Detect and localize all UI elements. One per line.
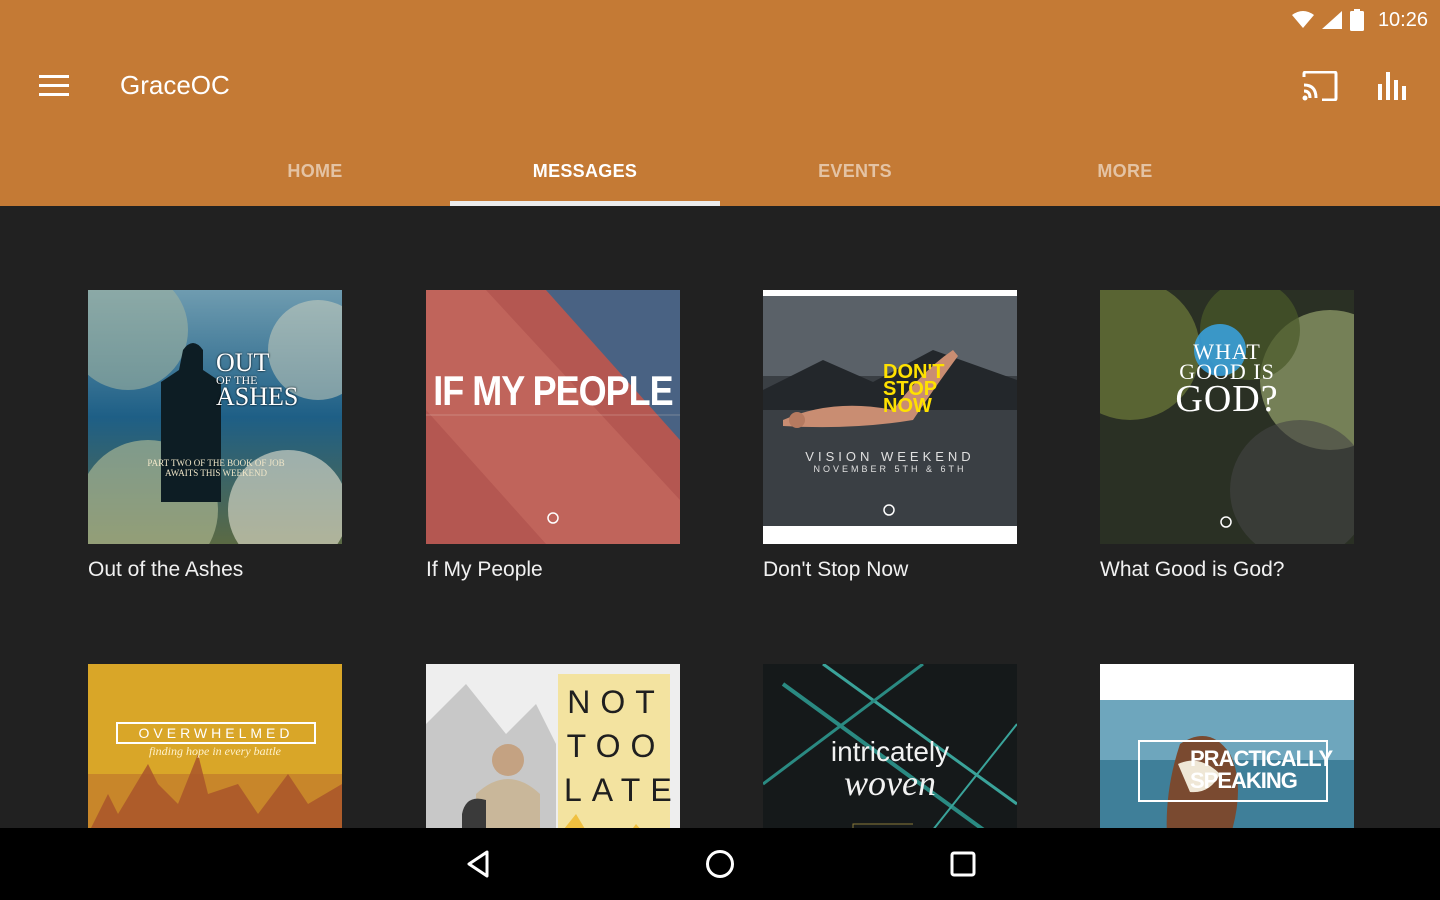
message-card[interactable]: OUT OF THE ASHES PART TWO OF THE BOOK OF… (88, 290, 342, 582)
message-thumbnail: intricately woven (763, 664, 1017, 828)
wifi-icon (1291, 11, 1314, 28)
toolbar: GraceOC (0, 50, 1440, 122)
art-title: WHAT GOOD IS GOD? (1175, 339, 1279, 420)
tab-bar: HOME MESSAGES EVENTS MORE (180, 136, 1260, 206)
message-card[interactable]: WHAT GOOD IS GOD? What Good is God? (1100, 290, 1354, 582)
app-bar: 10:26 GraceOC HOME MESSAGES EVENTS MORE (0, 0, 1440, 206)
home-button[interactable] (690, 842, 750, 886)
dont-stop-now-artwork (763, 290, 1017, 544)
art-title: PRACTICALLY SPEAKING (1190, 746, 1333, 793)
art-subtitle: PART TWO OF THE BOOK OF JOB AWAITS THIS … (147, 458, 285, 478)
menu-button[interactable] (30, 64, 78, 108)
tab-more[interactable]: MORE (990, 136, 1260, 206)
system-nav-bar (0, 828, 1440, 900)
message-card[interactable]: intricately woven (763, 664, 1017, 828)
tab-home[interactable]: HOME (180, 136, 450, 206)
message-title: Don't Stop Now (763, 558, 909, 581)
message-card[interactable]: DON'T STOP NOW VISION WEEKEND NOVEMBER 5… (763, 290, 1017, 582)
message-thumbnail: IF MY PEOPLE (426, 290, 680, 544)
message-card[interactable]: IF MY PEOPLE If My People (426, 290, 680, 582)
recents-button[interactable] (933, 842, 993, 886)
art-title: OUT OF THE ASHES (216, 348, 299, 411)
message-thumbnail: DON'T STOP NOW VISION WEEKEND NOVEMBER 5… (763, 290, 1017, 544)
art-subtitle: woven (844, 763, 936, 803)
back-button[interactable] (448, 842, 508, 886)
recents-icon (950, 851, 976, 877)
home-icon (706, 850, 734, 878)
message-thumbnail: PRACTICALLY SPEAKING (1100, 664, 1354, 828)
art-title: NOT TOO LATE (564, 684, 680, 808)
message-thumbnail: NOT TOO LATE (426, 664, 680, 828)
art-subtitle: VISION WEEKEND NOVEMBER 5TH & 6TH (805, 449, 975, 474)
message-title: What Good is God? (1100, 558, 1285, 581)
art-title: OVERWHELMED (116, 722, 316, 744)
if-my-people-artwork (426, 290, 680, 544)
art-subtitle: finding hope in every battle (149, 744, 281, 758)
message-thumbnail: OVERWHELMED finding hope in every battle (88, 664, 342, 828)
app-title: GraceOC (120, 70, 230, 100)
out-of-the-ashes-artwork (88, 290, 342, 544)
battery-icon (1349, 9, 1364, 31)
cast-button[interactable] (1296, 64, 1344, 108)
cast-icon (1302, 71, 1338, 101)
art-title: IF MY PEOPLE (433, 366, 673, 414)
messages-grid: OUT OF THE ASHES PART TWO OF THE BOOK OF… (0, 206, 1440, 828)
stats-button[interactable] (1368, 64, 1416, 108)
menu-icon (39, 75, 69, 96)
tab-events[interactable]: EVENTS (720, 136, 990, 206)
status-bar: 10:26 (1291, 0, 1440, 40)
tab-messages[interactable]: MESSAGES (450, 136, 720, 206)
message-card[interactable]: OVERWHELMED finding hope in every battle (88, 664, 342, 828)
art-title: DON'T STOP NOW (883, 361, 945, 417)
message-title: Out of the Ashes (88, 558, 244, 581)
back-icon (467, 850, 489, 878)
message-thumbnail: WHAT GOOD IS GOD? (1100, 290, 1354, 544)
message-card[interactable]: PRACTICALLY SPEAKING (1100, 664, 1354, 828)
message-card[interactable]: NOT TOO LATE (426, 664, 680, 828)
message-title: If My People (426, 558, 543, 581)
status-time: 10:26 (1377, 8, 1428, 31)
chart-icon (1378, 72, 1406, 100)
signal-icon (1321, 11, 1342, 29)
message-thumbnail: OUT OF THE ASHES PART TWO OF THE BOOK OF… (88, 290, 342, 544)
